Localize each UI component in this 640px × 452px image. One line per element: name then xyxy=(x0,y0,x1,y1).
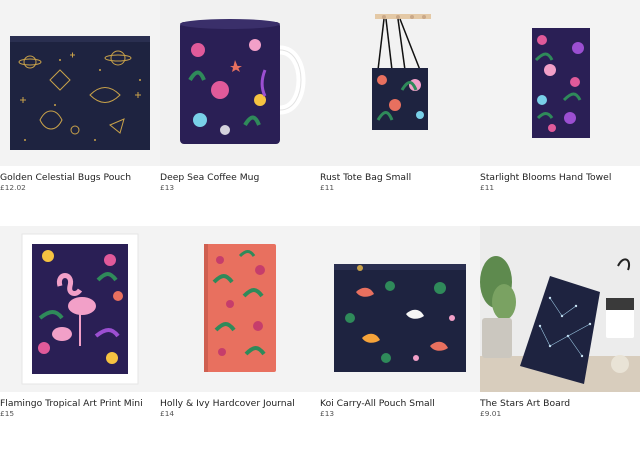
journal-image[interactable] xyxy=(160,226,320,392)
stars-art-board-image[interactable] xyxy=(480,226,640,392)
product-card[interactable]: Flamingo Tropical Art Print Mini £15 xyxy=(0,226,160,452)
product-title[interactable]: Rust Tote Bag Small xyxy=(320,172,480,183)
product-title[interactable]: Flamingo Tropical Art Print Mini xyxy=(0,398,160,409)
product-title[interactable]: Koi Carry-All Pouch Small xyxy=(320,398,480,409)
hand-towel-image[interactable] xyxy=(480,0,640,166)
product-price: £12.02 xyxy=(0,183,26,192)
product-card[interactable]: Golden Celestial Bugs Pouch £12.02 xyxy=(0,0,160,226)
product-title[interactable]: The Stars Art Board xyxy=(480,398,640,409)
product-price: £14 xyxy=(160,409,175,418)
product-price: £11 xyxy=(480,183,495,192)
product-card[interactable]: Starlight Blooms Hand Towel £11 xyxy=(480,0,640,226)
product-title[interactable]: Starlight Blooms Hand Towel xyxy=(480,172,640,183)
product-grid: Golden Celestial Bugs Pouch £12.02 Deep … xyxy=(0,0,640,452)
product-price: £15 xyxy=(0,409,15,418)
product-price: £13 xyxy=(320,409,335,418)
product-title[interactable]: Holly & Ivy Hardcover Journal xyxy=(160,398,320,409)
product-price: £9.01 xyxy=(480,409,502,418)
flamingo-print-image[interactable] xyxy=(0,226,160,392)
product-card[interactable]: Koi Carry-All Pouch Small £13 xyxy=(320,226,480,452)
product-price: £11 xyxy=(320,183,335,192)
celestial-pouch-image[interactable] xyxy=(0,0,160,166)
product-title[interactable]: Golden Celestial Bugs Pouch xyxy=(0,172,160,183)
product-price: £13 xyxy=(160,183,175,192)
product-card[interactable]: Holly & Ivy Hardcover Journal £14 xyxy=(160,226,320,452)
koi-pouch-image[interactable] xyxy=(320,226,480,392)
deep-sea-mug-image[interactable] xyxy=(160,0,320,166)
tote-bag-image[interactable] xyxy=(320,0,480,166)
product-title[interactable]: Deep Sea Coffee Mug xyxy=(160,172,320,183)
product-card[interactable]: The Stars Art Board £9.01 xyxy=(480,226,640,452)
product-card[interactable]: Deep Sea Coffee Mug £13 xyxy=(160,0,320,226)
product-card[interactable]: Rust Tote Bag Small £11 xyxy=(320,0,480,226)
